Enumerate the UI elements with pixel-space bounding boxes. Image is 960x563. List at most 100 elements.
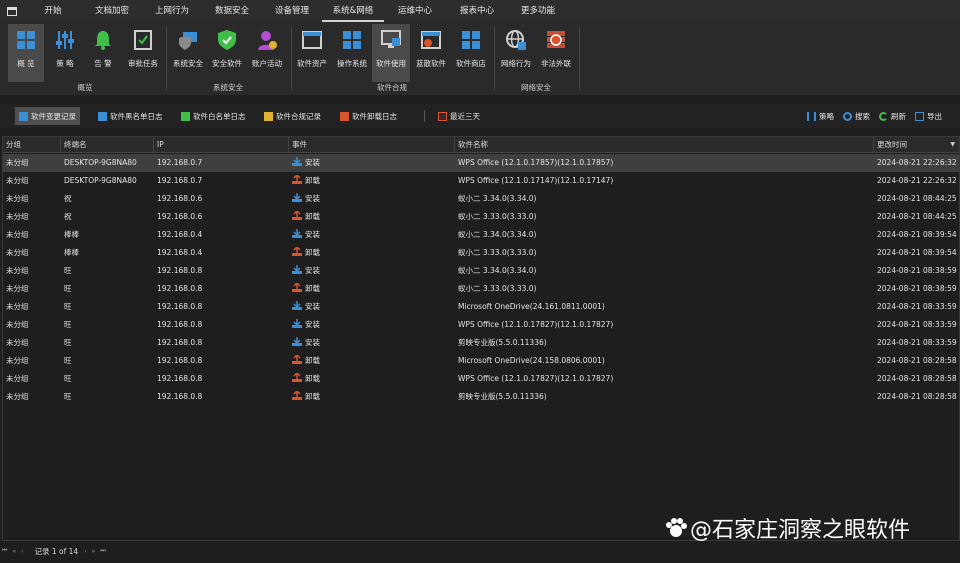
tab-device-mgmt[interactable]: 设备管理 [262, 0, 322, 22]
export-button[interactable]: 导出 [911, 107, 946, 125]
toolbar-label: 刷新 [891, 111, 906, 121]
tab-system-network[interactable]: 系统&网络 [322, 0, 384, 22]
globe-icon [504, 28, 528, 52]
next-page-icon[interactable]: › [84, 548, 86, 555]
cell-group: 未分组 [6, 194, 29, 203]
tab-more[interactable]: 更多功能 [508, 0, 568, 22]
table-row[interactable]: 未分组 旺 192.168.0.8 安装 蚁小二 3.34.0(3.34.0) 2024-… [3, 262, 959, 280]
ribbon-illegal-outreach-button[interactable]: 非法外联 [537, 24, 575, 82]
table-row[interactable]: 未分组 旺 192.168.0.8 安装 Microsoft OneDrive(24.1… [3, 298, 959, 316]
cell-ip: 192.168.0.6 [157, 194, 203, 203]
cell-change-time: 2024-08-21 08:39:54 [877, 248, 957, 257]
refresh-button[interactable]: 刷新 [875, 107, 910, 125]
software-change-log-button[interactable]: 软件变更记录 [15, 107, 80, 125]
cell-change-time: 2024-08-21 08:33:59 [877, 302, 957, 311]
ribbon-software-store-button[interactable]: 软件商店 [452, 24, 490, 82]
table-header: 分组 终端名 IP 事件 软件名称 更改时间 ▼ [3, 137, 959, 153]
uninstall-icon [292, 173, 302, 184]
tab-web-behavior[interactable]: 上网行为 [142, 0, 202, 22]
ribbon-overview-button[interactable]: 概 览 [8, 24, 44, 82]
cell-event: 卸载 [289, 244, 320, 262]
cell-change-time: 2024-08-21 08:38:59 [877, 284, 957, 293]
ribbon-approval-button[interactable]: 审批任务 [124, 24, 162, 82]
cell-group: 未分组 [6, 356, 29, 365]
table-row[interactable]: 未分组 旺 192.168.0.8 卸载 Microsoft OneDrive(24.1… [3, 352, 959, 370]
cell-group: 未分组 [6, 266, 29, 275]
cell-event: 安装 [289, 262, 320, 280]
table-row[interactable]: 未分组 旺 192.168.0.8 安装 剪映专业版(5.5.0.11336) 2024-… [3, 334, 959, 352]
column-header-software-name[interactable]: 软件名称 [455, 137, 874, 153]
ribbon-software-assets-button[interactable]: 软件资产 [294, 24, 330, 82]
ribbon-alert-button[interactable]: 告 警 [86, 24, 120, 82]
ribbon-label: 软件使用 [376, 59, 406, 68]
table-row[interactable]: 未分组 旺 192.168.0.8 卸载 WPS Office (12.1.0.1782… [3, 370, 959, 388]
column-header-change-time[interactable]: 更改时间 ▼ [874, 137, 959, 153]
divider [424, 110, 425, 122]
date-range-button[interactable]: 最近三天 [434, 107, 484, 125]
next-fast-icon[interactable]: » [92, 548, 96, 555]
install-icon [292, 263, 302, 274]
ribbon-blacklist-software-button[interactable]: 蓝散软件 [412, 24, 450, 82]
sort-desc-icon[interactable]: ▼ [950, 137, 955, 153]
table-row[interactable]: 未分组 祝 192.168.0.6 卸载 蚁小二 3.33.0(3.33.0) 2024-… [3, 208, 959, 226]
table-row[interactable]: 未分组 DESKTOP-9G8NA80 192.168.0.7 安装 WPS Offic… [3, 154, 959, 172]
software-blacklist-log-button[interactable]: 软件黑名单日志 [94, 107, 167, 125]
column-header-group[interactable]: 分组 [3, 137, 61, 153]
column-header-ip[interactable]: IP [154, 137, 289, 153]
cell-change-time: 2024-08-21 08:28:58 [877, 392, 957, 401]
paw-logo-icon [664, 517, 688, 539]
table-row[interactable]: 未分组 旺 192.168.0.8 安装 WPS Office (12.1.0.1782… [3, 316, 959, 334]
app-menu-icon[interactable] [0, 0, 24, 22]
search-button[interactable]: 搜索 [839, 107, 874, 125]
table-row[interactable]: 未分组 DESKTOP-9G8NA80 192.168.0.7 卸载 WPS Offic… [3, 172, 959, 190]
ribbon-policy-button[interactable]: 策 略 [48, 24, 82, 82]
event-label: 卸载 [305, 356, 320, 365]
tab-doc-encrypt[interactable]: 文档加密 [82, 0, 142, 22]
last-page-icon[interactable]: ⏭ [100, 547, 105, 555]
cell-event: 安装 [289, 334, 320, 352]
tab-start[interactable]: 开始 [24, 0, 82, 22]
ribbon-label: 策 略 [56, 59, 74, 68]
cell-software-name: 蚁小二 3.34.0(3.34.0) [458, 194, 537, 203]
menu-bar: 开始 文档加密 上网行为 数据安全 设备管理 系统&网络 运维中心 报表中心 更… [0, 0, 960, 22]
ribbon-security-software-button[interactable]: 安全软件 [210, 24, 244, 82]
ribbon-software-usage-button[interactable]: 软件使用 [372, 24, 410, 82]
first-page-icon[interactable]: ⏮ [2, 547, 7, 555]
table-row[interactable]: 未分组 旺 192.168.0.8 卸载 剪映专业版(5.5.0.11336) 2024-… [3, 388, 959, 406]
table-row[interactable]: 未分组 棒棒 192.168.0.4 安装 蚁小二 3.34.0(3.34.0) 2024… [3, 226, 959, 244]
ribbon-label: 账户活动 [252, 59, 282, 68]
ribbon-os-button[interactable]: 操作系统 [334, 24, 370, 82]
cell-terminal: 旺 [64, 320, 72, 329]
tab-data-security[interactable]: 数据安全 [202, 0, 262, 22]
table-row[interactable]: 未分组 旺 192.168.0.8 卸载 蚁小二 3.33.0(3.33.0) 2024-… [3, 280, 959, 298]
export-icon [915, 111, 924, 121]
software-compliance-log-button[interactable]: 软件合规记录 [260, 107, 325, 125]
ribbon-account-activity-button[interactable]: 账户活动 [248, 24, 286, 82]
event-label: 卸载 [305, 212, 320, 221]
ribbon-system-security-button[interactable]: 系统安全 [170, 24, 206, 82]
tab-report-center[interactable]: 报表中心 [446, 0, 508, 22]
column-header-terminal[interactable]: 终端名 [61, 137, 154, 153]
column-header-event[interactable]: 事件 [289, 137, 455, 153]
cell-ip: 192.168.0.7 [157, 158, 203, 167]
prev-fast-icon[interactable]: « [12, 548, 16, 555]
cell-group: 未分组 [6, 176, 29, 185]
divider [579, 26, 580, 90]
table-row[interactable]: 未分组 祝 192.168.0.6 安装 蚁小二 3.34.0(3.34.0) 2024-… [3, 190, 959, 208]
grid-icon [14, 28, 38, 52]
cell-ip: 192.168.0.8 [157, 284, 203, 293]
event-label: 安装 [305, 230, 320, 239]
prev-page-icon[interactable]: ‹ [21, 548, 23, 555]
install-icon [292, 335, 302, 346]
policy-button[interactable]: 策略 [803, 107, 838, 125]
software-whitelist-log-button[interactable]: 软件白名单日志 [177, 107, 250, 125]
ribbon-network-behavior-button[interactable]: 网络行为 [497, 24, 535, 82]
cell-change-time: 2024-08-21 22:26:32 [877, 176, 957, 185]
ribbon-label: 蓝散软件 [416, 59, 446, 68]
table-row[interactable]: 未分组 棒棒 192.168.0.4 卸载 蚁小二 3.33.0(3.33.0) 2024… [3, 244, 959, 262]
tab-ops-center[interactable]: 运维中心 [384, 0, 446, 22]
cell-event: 安装 [289, 298, 320, 316]
software-uninstall-log-button[interactable]: 软件卸载日志 [336, 107, 401, 125]
search-icon [843, 111, 852, 121]
ribbon-label: 非法外联 [541, 59, 571, 68]
